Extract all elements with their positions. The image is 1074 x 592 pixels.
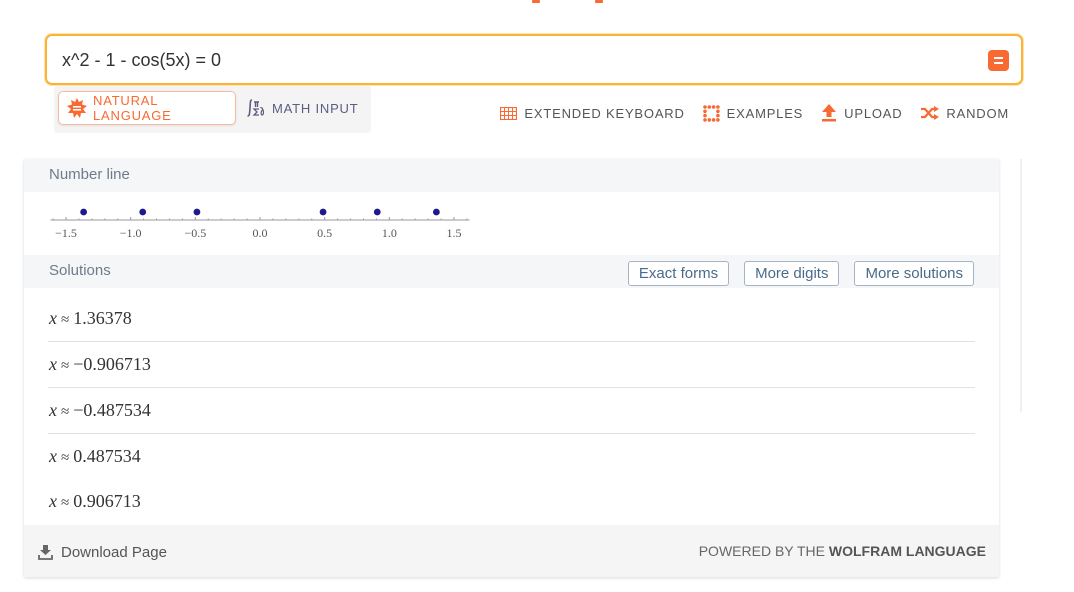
logo-dash bbox=[532, 0, 540, 3]
tick-label: 1.0 bbox=[382, 226, 397, 240]
approx-symbol: ≈ bbox=[61, 358, 70, 374]
natural-language-button[interactable]: NATURAL LANGUAGE bbox=[58, 91, 236, 125]
natural-language-label: NATURAL LANGUAGE bbox=[93, 93, 172, 123]
solution-variable: x bbox=[49, 354, 57, 374]
solution-buttons: Exact forms More digits More solutions bbox=[613, 261, 974, 286]
exact-forms-button[interactable]: Exact forms bbox=[627, 261, 730, 286]
solutions-title: Solutions bbox=[49, 262, 111, 279]
keyboard-icon bbox=[500, 106, 518, 120]
approx-symbol: ≈ bbox=[61, 495, 70, 511]
solution-row: x ≈0.487534 bbox=[24, 434, 999, 480]
extended-keyboard-label: EXTENDED KEYBOARD bbox=[524, 105, 685, 121]
tick-label: 1.5 bbox=[447, 226, 462, 240]
approx-symbol: ≈ bbox=[61, 312, 70, 328]
download-icon bbox=[38, 545, 53, 560]
tick-label: −1.0 bbox=[120, 226, 142, 240]
solutions-pod-header: Solutions Exact forms More digits More s… bbox=[24, 255, 999, 288]
solution-variable: x bbox=[49, 400, 57, 420]
input-mode-toggle: NATURAL LANGUAGE MATH INPUT bbox=[54, 86, 371, 133]
tick-label: −0.5 bbox=[184, 226, 206, 240]
random-button[interactable]: RANDOM bbox=[920, 106, 1009, 121]
math-input-label: MATH INPUT bbox=[272, 100, 359, 116]
random-label: RANDOM bbox=[946, 105, 1009, 121]
solution-row: x ≈ −0.487534 bbox=[24, 388, 999, 434]
solution-text: x ≈0.906713 bbox=[49, 491, 141, 512]
solution-value: −0.487534 bbox=[73, 400, 151, 420]
logo-fragment bbox=[0, 0, 1074, 6]
solution-value: 0.487534 bbox=[73, 446, 141, 466]
solution-variable: x bbox=[49, 308, 57, 328]
powered-prefix: POWERED BY THE bbox=[698, 543, 829, 559]
extended-keyboard-button[interactable]: EXTENDED KEYBOARD bbox=[500, 106, 684, 121]
solution-point bbox=[373, 208, 381, 216]
results-footer: Download Page POWERED BY THE WOLFRAM LAN… bbox=[24, 525, 999, 577]
number-line-plot: −1.5 −1.0 −0.5 0.0 0.5 1.0 1.5 bbox=[50, 208, 470, 240]
upload-button[interactable]: UPLOAD bbox=[821, 104, 902, 122]
number-line-pod-header: Number line bbox=[24, 159, 999, 192]
solution-value: 1.36378 bbox=[73, 308, 132, 328]
solution-variable: x bbox=[49, 446, 57, 466]
solution-row: x ≈1.36378 bbox=[24, 296, 999, 342]
solution-variable: x bbox=[49, 491, 57, 511]
solution-text: x ≈ −0.906713 bbox=[49, 354, 151, 375]
solution-point bbox=[432, 208, 440, 216]
upload-label: UPLOAD bbox=[844, 105, 903, 121]
natural-language-icon bbox=[67, 98, 87, 118]
shuffle-icon bbox=[921, 106, 940, 120]
wolfram-language-brand[interactable]: WOLFRAM LANGUAGE bbox=[829, 543, 986, 559]
approx-symbol: ≈ bbox=[61, 450, 70, 466]
results-panel: Number line −1.5 −1.0 −0.5 0.0 0.5 1.0 1.5 Sol… bbox=[24, 159, 999, 577]
math-input-icon bbox=[247, 99, 265, 117]
tick-label: −1.5 bbox=[55, 226, 77, 240]
tick-label: 0.5 bbox=[317, 226, 332, 240]
more-digits-button[interactable]: More digits bbox=[744, 261, 840, 286]
solution-row: x ≈ −0.906713 bbox=[24, 342, 999, 388]
search-box[interactable] bbox=[45, 34, 1023, 85]
scrollbar-track bbox=[1020, 159, 1022, 412]
solution-value: 0.906713 bbox=[73, 491, 141, 511]
upload-icon bbox=[822, 104, 837, 122]
equals-icon bbox=[994, 57, 1003, 64]
solution-point bbox=[319, 208, 327, 216]
solution-point bbox=[193, 208, 201, 216]
tick-label: 0.0 bbox=[253, 226, 268, 240]
download-page-label: Download Page bbox=[61, 544, 167, 561]
number-line-pod: −1.5 −1.0 −0.5 0.0 0.5 1.0 1.5 bbox=[24, 192, 999, 255]
examples-label: EXAMPLES bbox=[726, 105, 804, 121]
solution-text: x ≈0.487534 bbox=[49, 446, 141, 467]
examples-grid-icon bbox=[702, 104, 720, 122]
math-input-button[interactable]: MATH INPUT bbox=[244, 91, 366, 125]
solution-point bbox=[139, 208, 147, 216]
solution-value: −0.906713 bbox=[73, 354, 151, 374]
approx-symbol: ≈ bbox=[61, 404, 70, 420]
search-input[interactable] bbox=[62, 47, 962, 73]
number-line-title: Number line bbox=[49, 166, 130, 183]
solution-row: x ≈0.906713 bbox=[24, 479, 999, 525]
examples-button[interactable]: EXAMPLES bbox=[702, 104, 804, 122]
powered-by-text: POWERED BY THE WOLFRAM LANGUAGE bbox=[699, 543, 986, 559]
solution-point bbox=[80, 208, 88, 216]
more-solutions-button[interactable]: More solutions bbox=[854, 261, 974, 286]
input-tools: EXTENDED KEYBOARD EXAMPLES UPLOAD RANDOM bbox=[482, 104, 1009, 122]
logo-dash bbox=[595, 0, 603, 3]
compute-button[interactable] bbox=[988, 50, 1009, 71]
solution-text: x ≈1.36378 bbox=[49, 308, 132, 329]
solution-text: x ≈ −0.487534 bbox=[49, 400, 151, 421]
download-page-link[interactable]: Download Page bbox=[38, 544, 167, 561]
